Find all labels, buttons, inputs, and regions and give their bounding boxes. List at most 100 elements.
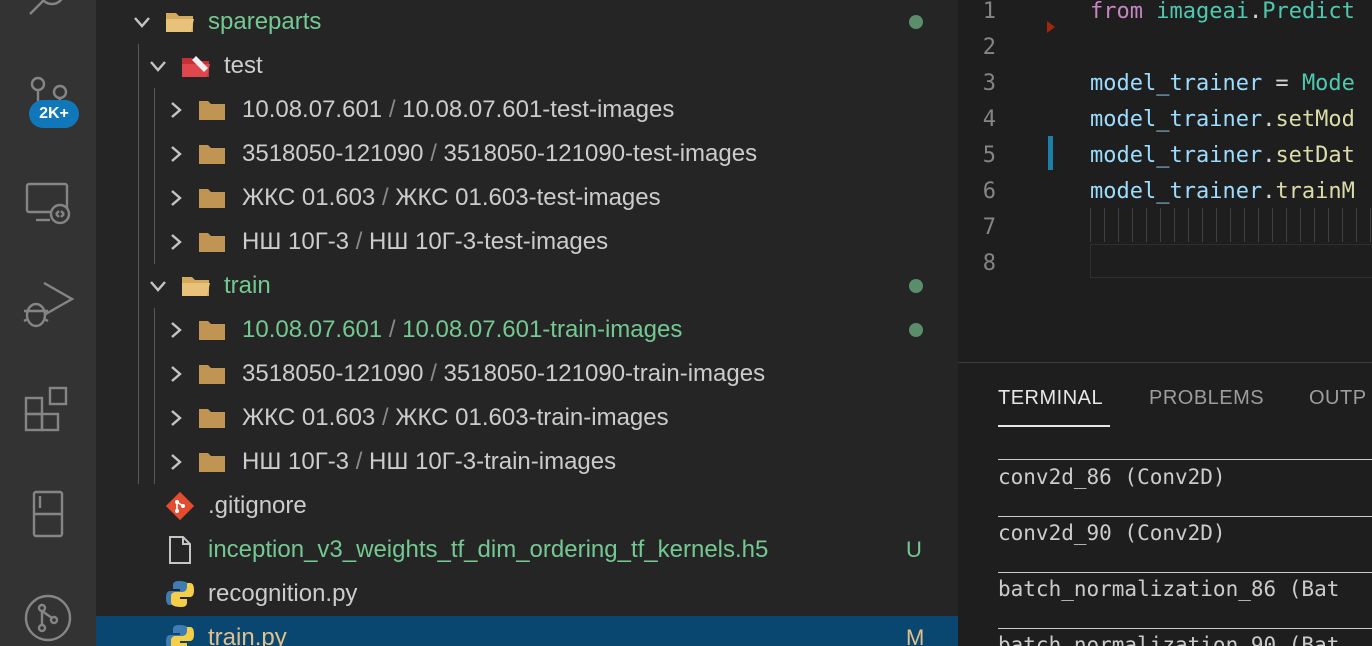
tree-folder[interactable]: 10.08.07.601 / 10.08.07.601-test-images: [96, 88, 958, 132]
chevron-down-icon: [146, 274, 170, 298]
terminal-line: conv2d_86 (Conv2D): [998, 465, 1226, 489]
tree-label-secondary: ЖКС 01.603-test-images: [395, 184, 661, 211]
tree-folder[interactable]: 10.08.07.601 / 10.08.07.601-train-images: [96, 308, 958, 352]
tree-folder[interactable]: 3518050-121090 / 3518050-121090-test-ima…: [96, 132, 958, 176]
terminal-separator: [998, 516, 1372, 517]
path-separator: /: [381, 184, 389, 211]
folder-icon: [196, 448, 228, 476]
code-token: from: [1090, 0, 1143, 24]
tree-folder-spareparts[interactable]: spareparts: [96, 0, 958, 44]
tree-file-recognition[interactable]: recognition.py: [96, 572, 958, 616]
activity-bar: 2K+: [0, 0, 96, 646]
whitespace-guides: [1090, 208, 1372, 242]
tree-folder-test[interactable]: test: [96, 44, 958, 88]
folder-open-icon: [180, 272, 212, 300]
code-token: imageai: [1156, 0, 1249, 24]
tree-label-primary: НШ 10Г-3: [242, 448, 350, 475]
tree-label-primary: НШ 10Г-3: [242, 228, 350, 255]
code-token: .: [1262, 179, 1276, 204]
path-separator: /: [355, 228, 363, 255]
run-debug-icon[interactable]: [0, 265, 96, 345]
code-line: model_trainer.setMod: [1090, 102, 1355, 138]
line-number: 6: [982, 179, 996, 204]
path-separator: /: [381, 404, 389, 431]
tree-folder[interactable]: ЖКС 01.603 / ЖКС 01.603-train-images: [96, 396, 958, 440]
code-token: =: [1262, 71, 1302, 96]
test-folder-icon: [180, 52, 212, 80]
chevron-right-icon: [164, 186, 188, 210]
tree-label-primary: ЖКС 01.603: [242, 404, 376, 431]
tab-terminal[interactable]: TERMINAL: [998, 387, 1103, 410]
tree-folder-train[interactable]: train: [96, 264, 958, 308]
code-token: setDat: [1275, 143, 1355, 168]
code-line: from imageai.Predict: [1090, 0, 1355, 30]
code-line: model_trainer.trainM: [1090, 174, 1355, 210]
modified-dot: [909, 323, 923, 337]
terminal-separator: [998, 572, 1372, 573]
chevron-down-icon: [146, 54, 170, 78]
git-file-icon: [164, 492, 196, 520]
tree-folder[interactable]: НШ 10Г-3 / НШ 10Г-3-test-images: [96, 220, 958, 264]
terminal-separator: [998, 628, 1372, 629]
file-explorer: spareparts test 10.08.07.601 / 10.08.07.…: [96, 0, 958, 646]
code-line: model_trainer.setDat: [1090, 138, 1355, 174]
chevron-right-icon: [164, 98, 188, 122]
chevron-right-icon: [164, 142, 188, 166]
remote-explorer-icon[interactable]: [0, 162, 96, 242]
tree-label-secondary: НШ 10Г-3-train-images: [369, 448, 617, 475]
code-line: model_trainer = Mode: [1090, 66, 1355, 102]
chevron-right-icon: [164, 406, 188, 430]
line-number: 2: [982, 35, 996, 60]
code-token: Predict: [1262, 0, 1355, 24]
tree-label: spareparts: [208, 8, 322, 35]
tree-label: .gitignore: [208, 492, 307, 519]
source-control-badge: 2K+: [29, 100, 79, 128]
folder-icon: [196, 360, 228, 388]
breakpoint-arrow-icon: [1047, 21, 1055, 33]
current-line-highlight: [1090, 244, 1372, 278]
tree-file-train-py[interactable]: train.py M: [96, 616, 958, 646]
folder-icon: [196, 184, 228, 212]
chevron-right-icon: [164, 318, 188, 342]
tree-label-secondary: 10.08.07.601-train-images: [402, 316, 683, 343]
tab-output[interactable]: OUTP: [1309, 387, 1367, 410]
git-status-modified: M: [906, 625, 925, 646]
chevron-down-icon: [130, 10, 154, 34]
code-token: .: [1262, 143, 1276, 168]
active-tab-indicator: [998, 425, 1110, 427]
extensions-icon[interactable]: [0, 370, 96, 450]
tree-folder[interactable]: НШ 10Г-3 / НШ 10Г-3-train-images: [96, 440, 958, 484]
modified-dot: [909, 279, 923, 293]
code-token: model_trainer: [1090, 71, 1263, 96]
tree-label: inception_v3_weights_tf_dim_ordering_tf_…: [208, 536, 769, 563]
git-status-untracked: U: [906, 537, 922, 562]
python-icon: [164, 624, 196, 646]
tree-label-primary: 3518050-121090: [242, 360, 424, 387]
tree-folder[interactable]: ЖКС 01.603 / ЖКС 01.603-test-images: [96, 176, 958, 220]
tab-problems[interactable]: PROBLEMS: [1149, 387, 1264, 410]
bottom-panel: TERMINAL PROBLEMS OUTP conv2d_86 (Conv2D…: [958, 362, 1372, 646]
line-number: 7: [982, 215, 996, 240]
git-graph-icon[interactable]: [0, 578, 96, 646]
line-number: 5: [982, 143, 996, 168]
folder-icon: [196, 96, 228, 124]
tree-folder[interactable]: 3518050-121090 / 3518050-121090-train-im…: [96, 352, 958, 396]
tree-file-h5[interactable]: inception_v3_weights_tf_dim_ordering_tf_…: [96, 528, 958, 572]
tree-label-primary: 10.08.07.601: [242, 316, 383, 343]
folder-icon: [196, 228, 228, 256]
tree-file-gitignore[interactable]: .gitignore: [96, 484, 958, 528]
tree-label-secondary: НШ 10Г-3-test-images: [369, 228, 609, 255]
explorer-files-icon[interactable]: [0, 474, 96, 554]
diff-modified-gutter: [1048, 136, 1053, 170]
path-separator: /: [430, 140, 437, 167]
terminal-line: batch_normalization_90 (Bat: [998, 633, 1340, 646]
path-separator: /: [388, 316, 396, 343]
code-editor[interactable]: 1 from imageai.Predict 2 3 model_trainer = M…: [958, 0, 1372, 362]
folder-icon: [196, 140, 228, 168]
folder-icon: [196, 316, 228, 344]
tree-label-primary: 10.08.07.601: [242, 96, 383, 123]
code-token: trainM: [1275, 179, 1355, 204]
search-icon[interactable]: [0, 0, 96, 40]
tree-label-secondary: 3518050-121090-test-images: [443, 140, 758, 167]
